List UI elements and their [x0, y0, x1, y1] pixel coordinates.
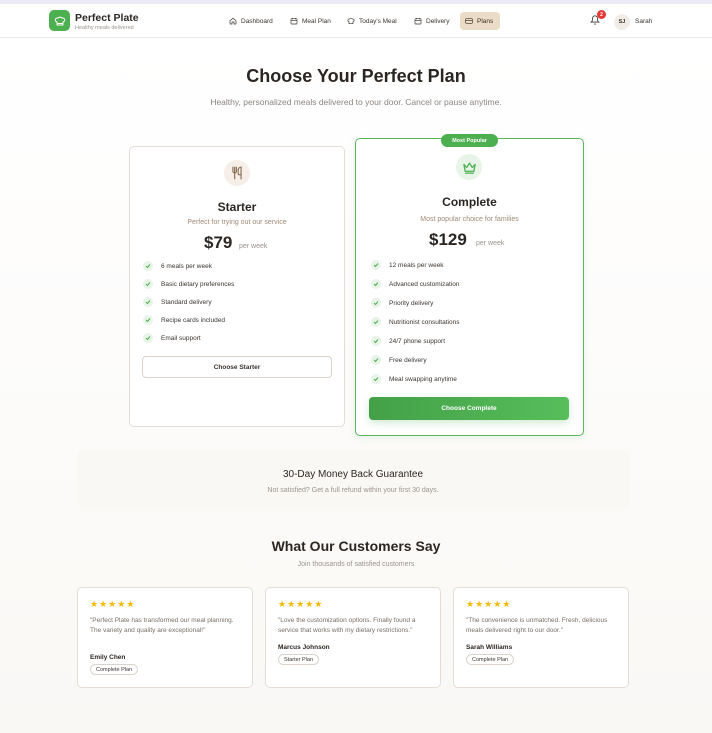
check-icon: [371, 260, 381, 270]
star-icon: ★: [117, 599, 126, 609]
check-icon: [371, 317, 381, 327]
check-icon: [143, 315, 153, 325]
rating-stars: ★ ★ ★ ★ ★: [466, 600, 510, 609]
testimonials-title: What Our Customers Say: [271, 538, 441, 554]
check-icon: [371, 374, 381, 384]
feature-item: Standard delivery: [143, 297, 212, 307]
rating-stars: ★ ★ ★ ★ ★: [278, 600, 322, 609]
testimonial-card: ★ ★ ★ ★ ★ "Love the customization options. F…: [265, 587, 441, 688]
nav-todays-meal[interactable]: Today's Meal: [342, 12, 402, 30]
plan-desc-complete: Most popular choice for families: [420, 216, 519, 223]
feature-item: Advanced customization: [371, 279, 459, 289]
check-icon: [371, 336, 381, 346]
plan-tag: Starter Plan: [278, 654, 320, 665]
feature-item: Priority delivery: [371, 298, 433, 308]
notification-badge: 2: [597, 10, 606, 19]
testimonial-author: Marcus Johnson: [278, 644, 330, 651]
feature-item: Recipe cards included: [143, 315, 225, 325]
plan-name-complete: Complete: [442, 195, 497, 209]
rating-stars: ★ ★ ★ ★ ★: [90, 600, 134, 609]
star-icon: ★: [296, 599, 305, 609]
nav-todays-meal-label: Today's Meal: [359, 17, 397, 25]
star-icon: ★: [466, 599, 475, 609]
utensils-icon: [232, 166, 242, 180]
plan-icon-starter: [224, 160, 250, 186]
top-navbar: Perfect Plate Healthy meals delivered Da…: [0, 4, 712, 38]
plan-tag: Complete Plan: [90, 664, 139, 675]
feature-item: 6 meals per week: [143, 261, 212, 271]
plan-price-complete: $129: [429, 230, 467, 249]
testimonial-quote: "The convenience is unmatched. Fresh, de…: [466, 617, 608, 634]
nav-meal-plan-label: Meal Plan: [302, 17, 331, 25]
logo[interactable]: [49, 10, 70, 31]
star-icon: ★: [314, 599, 323, 609]
check-icon: [371, 298, 381, 308]
feature-item: Free delivery: [371, 355, 427, 365]
plan-period-complete: per week: [476, 240, 505, 247]
star-icon: ★: [484, 599, 493, 609]
star-icon: ★: [108, 599, 117, 609]
nav-dashboard-label: Dashboard: [241, 17, 273, 25]
feature-item: Nutritionist consultations: [371, 317, 459, 327]
nav-meal-plan[interactable]: Meal Plan: [285, 12, 336, 30]
check-icon: [143, 279, 153, 289]
feature-item: 12 meals per week: [371, 260, 444, 270]
testimonial-quote: "Perfect Plate has transformed our meal …: [90, 617, 234, 634]
plan-tag: Complete Plan: [466, 654, 515, 665]
star-icon: ★: [99, 599, 108, 609]
plan-period-starter: per week: [239, 243, 268, 250]
testimonial-author: Emily Chen: [90, 654, 126, 661]
plan-name-starter: Starter: [217, 200, 257, 214]
brand-tagline: Healthy meals delivered: [75, 25, 134, 31]
chef-hat-icon: [54, 16, 65, 25]
most-popular-badge: Most Popular: [441, 134, 498, 147]
testimonials-subtitle: Join thousands of satisfied customers: [297, 561, 415, 568]
star-icon: ★: [475, 599, 484, 609]
chef-hat-icon: [347, 18, 355, 24]
star-icon: ★: [493, 599, 502, 609]
plan-price-starter: $79: [204, 233, 233, 252]
home-icon: [229, 17, 237, 25]
calendar-icon: [290, 18, 298, 25]
testimonial-author: Sarah Williams: [466, 644, 513, 651]
feature-item: Basic dietary preferences: [143, 279, 234, 289]
user-name[interactable]: Sarah: [635, 18, 652, 25]
star-icon: ★: [287, 599, 296, 609]
page-title: Choose Your Perfect Plan: [246, 66, 466, 86]
calendar-icon: [414, 18, 422, 25]
testimonial-quote: "Love the customization options. Finally…: [278, 617, 416, 634]
nav-plans-label: Plans: [477, 17, 494, 25]
testimonial-card: ★ ★ ★ ★ ★ "Perfect Plate has transformed our…: [77, 587, 253, 688]
crown-icon: [462, 162, 476, 174]
star-icon: ★: [278, 599, 287, 609]
plan-desc-starter: Perfect for trying out our service: [187, 219, 287, 226]
nav-delivery[interactable]: Delivery: [409, 12, 454, 30]
feature-item: 24/7 phone support: [371, 336, 445, 346]
star-icon: ★: [126, 599, 135, 609]
guarantee-subtitle: Not satisfied? Get a full refund within …: [267, 487, 439, 494]
plan-icon-complete: [456, 154, 482, 180]
star-icon: ★: [90, 599, 99, 609]
testimonial-card: ★ ★ ★ ★ ★ "The convenience is unmatched. Fre…: [453, 587, 629, 688]
choose-complete-button[interactable]: Choose Complete: [369, 397, 569, 420]
check-icon: [371, 279, 381, 289]
nav-plans[interactable]: Plans: [460, 12, 500, 30]
credit-card-icon: [465, 18, 473, 24]
avatar[interactable]: SJ: [614, 14, 630, 30]
guarantee-title: 30-Day Money Back Guarantee: [282, 469, 424, 480]
feature-item: Meal swapping anytime: [371, 374, 457, 384]
check-icon: [371, 355, 381, 365]
nav-delivery-label: Delivery: [426, 17, 450, 25]
check-icon: [143, 333, 153, 343]
choose-starter-button[interactable]: Choose Starter: [142, 356, 332, 378]
page-subtitle: Healthy, personalized meals delivered to…: [210, 97, 502, 107]
feature-item: Email support: [143, 333, 201, 343]
brand-name: Perfect Plate: [75, 12, 139, 24]
check-icon: [143, 261, 153, 271]
star-icon: ★: [305, 599, 314, 609]
check-icon: [143, 297, 153, 307]
star-icon: ★: [502, 599, 511, 609]
nav-dashboard[interactable]: Dashboard: [224, 12, 278, 30]
